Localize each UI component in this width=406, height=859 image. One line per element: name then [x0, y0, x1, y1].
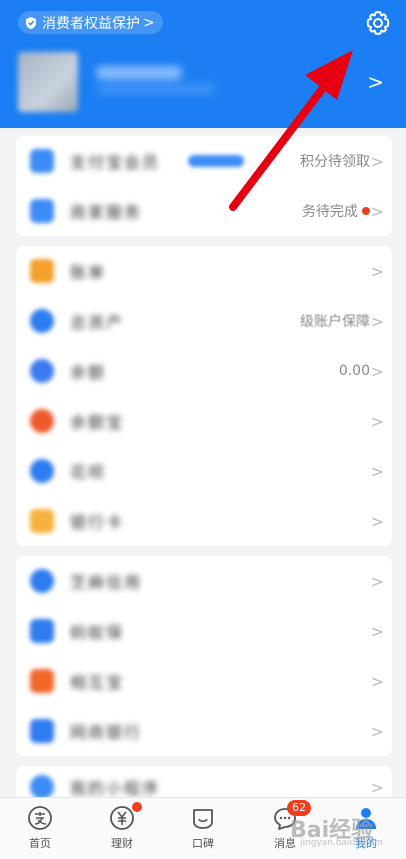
bill-icon	[30, 259, 54, 283]
huabei-icon	[30, 459, 54, 483]
consumer-protection-label: 消费者权益保护	[42, 15, 140, 32]
chevron-right-icon: >	[370, 777, 384, 797]
list-item[interactable]: 账单 >	[16, 246, 392, 296]
shield-icon	[26, 16, 36, 29]
tab-label: 口碑	[192, 837, 214, 850]
xianghubao-icon	[30, 669, 54, 693]
vip-badge	[188, 155, 244, 167]
notification-dot	[362, 207, 370, 215]
item-label: 总资产	[70, 313, 125, 332]
list-item[interactable]: 支付宝会员 积分待领取 >	[16, 136, 392, 186]
tab-label: 首页	[29, 837, 51, 850]
item-label: 相互宝	[70, 673, 125, 692]
membership-card: 支付宝会员 积分待领取 > 商家服务 务待完成 >	[16, 136, 392, 236]
list-item[interactable]: 银行卡 >	[16, 496, 392, 546]
chevron-right-icon: >	[370, 361, 384, 381]
chevron-right-icon: >	[370, 461, 384, 481]
item-label: 银行卡	[70, 513, 125, 532]
tab-koubei[interactable]: 口碑	[173, 804, 233, 856]
yuebao-icon	[30, 409, 54, 433]
alipay-icon	[28, 806, 52, 830]
item-label: 花呗	[70, 463, 107, 482]
item-value: 级账户保障	[300, 314, 370, 330]
user-profile-row[interactable]: >	[18, 52, 388, 112]
baidu-watermark-url: jingyan.baidu.com	[300, 838, 384, 848]
item-label: 蚂蚁保	[70, 623, 125, 642]
total-assets-icon	[30, 309, 54, 333]
tab-wealth[interactable]: 理财	[92, 802, 152, 856]
item-label: 商家服务	[70, 203, 143, 222]
chevron-right-icon: >	[370, 671, 384, 691]
tab-label: 理财	[111, 837, 133, 850]
chevron-right-icon: >	[370, 571, 384, 591]
chevron-right-icon: >	[370, 411, 384, 431]
list-item[interactable]: 商家服务 务待完成 >	[16, 186, 392, 236]
item-value: 0.00	[338, 363, 370, 379]
list-item[interactable]: 总资产 级账户保障 >	[16, 296, 392, 346]
member-icon	[30, 149, 54, 173]
chevron-right-icon: >	[370, 621, 384, 641]
chevron-right-icon: >	[370, 151, 384, 171]
item-label: 账单	[70, 263, 107, 282]
user-account-blurred	[96, 84, 216, 94]
consumer-protection-link[interactable]: 消费者权益保护 >	[18, 11, 163, 34]
list-item[interactable]: 余额宝 >	[16, 396, 392, 446]
chevron-right-icon: >	[143, 14, 155, 31]
list-item[interactable]: 相互宝 >	[16, 656, 392, 706]
ant-insurance-icon	[30, 619, 54, 643]
services-card: 芝麻信用 > 蚂蚁保 > 相互宝 > 网商银行 >	[16, 556, 392, 756]
mybank-icon	[30, 719, 54, 743]
item-label: 余额宝	[70, 413, 125, 432]
list-item[interactable]: 余额 0.00 >	[16, 346, 392, 396]
notification-dot	[132, 802, 142, 812]
item-label: 我的小程序	[70, 779, 161, 798]
item-label: 余额	[70, 363, 107, 382]
assets-card: 账单 > 总资产 级账户保障 > 余额 0.00 > 余额宝 > 花呗 > 银行…	[16, 246, 392, 546]
item-value: 务待完成	[302, 204, 358, 220]
item-label: 网商银行	[70, 723, 143, 742]
avatar	[18, 52, 78, 112]
tab-home[interactable]: 首页	[10, 804, 70, 856]
item-label: 芝麻信用	[70, 573, 143, 592]
list-item[interactable]: 网商银行 >	[16, 706, 392, 756]
profile-header: 消费者权益保护 > >	[0, 0, 406, 128]
list-item[interactable]: 花呗 >	[16, 446, 392, 496]
list-item[interactable]: 蚂蚁保 >	[16, 606, 392, 656]
chevron-right-icon: >	[370, 721, 384, 741]
gear-icon[interactable]	[364, 9, 392, 37]
balance-icon	[30, 359, 54, 383]
item-value: 积分待领取	[300, 154, 370, 170]
list-item[interactable]: 芝麻信用 >	[16, 556, 392, 606]
sesame-credit-icon	[30, 569, 54, 593]
chevron-right-icon: >	[370, 201, 384, 221]
bank-card-icon	[30, 509, 54, 533]
koubei-icon	[193, 809, 213, 829]
merchant-icon	[30, 199, 54, 223]
user-name-blurred	[96, 66, 182, 80]
chevron-right-icon: >	[367, 70, 384, 94]
item-label: 支付宝会员	[70, 153, 161, 172]
chevron-right-icon: >	[370, 511, 384, 531]
chevron-right-icon: >	[370, 261, 384, 281]
chevron-right-icon: >	[370, 311, 384, 331]
mini-program-icon	[30, 775, 54, 799]
